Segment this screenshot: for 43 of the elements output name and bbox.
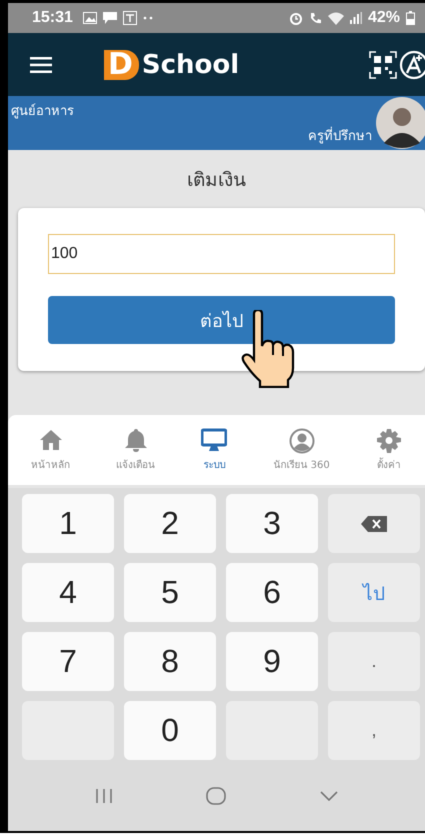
key[interactable]: 3 — [226, 494, 318, 553]
clock-time: 15:31 — [32, 9, 73, 27]
nav-icon — [376, 428, 402, 454]
place-name: ศูนย์อาหาร — [11, 102, 74, 121]
key[interactable]: 7 — [22, 632, 114, 691]
key[interactable]: 0 — [124, 701, 216, 760]
key[interactable]: 2 — [124, 494, 216, 553]
user-role: ครูที่ปรึกษา — [308, 125, 372, 146]
key[interactable]: 4 — [22, 563, 114, 622]
nav-icon — [288, 428, 315, 454]
app-logo: D School — [104, 50, 240, 80]
key[interactable]: 5 — [124, 563, 216, 622]
home-button-icon[interactable] — [206, 786, 226, 804]
key[interactable]: 8 — [124, 632, 216, 691]
app-notification-icon — [122, 11, 137, 25]
key[interactable]: . — [328, 632, 420, 691]
backspace-key[interactable] — [328, 494, 420, 553]
next-button[interactable]: ต่อไป — [48, 296, 395, 344]
nav-tab[interactable]: ระบบ — [201, 428, 228, 472]
more-notifications-icon — [142, 16, 153, 20]
grade-plus-icon[interactable] — [399, 50, 425, 80]
wifi-icon — [328, 12, 344, 24]
chevron-down-icon[interactable] — [320, 790, 338, 800]
battery-percent: 42% — [368, 9, 400, 27]
nav-icon — [122, 428, 149, 454]
call-icon — [308, 12, 322, 24]
key[interactable]: , — [328, 701, 420, 760]
qr-code-icon[interactable] — [369, 50, 397, 78]
key[interactable]: 6 — [226, 563, 318, 622]
amount-input-field[interactable]: 100 — [48, 234, 395, 274]
backspace-icon — [361, 516, 387, 532]
signal-icon — [350, 12, 362, 24]
key[interactable]: 9 — [226, 632, 318, 691]
avatar[interactable] — [376, 97, 425, 149]
key[interactable]: 1 — [22, 494, 114, 553]
recent-apps-icon[interactable] — [94, 788, 113, 804]
image-icon — [82, 12, 97, 24]
nav-icon — [201, 428, 228, 454]
alarm-icon — [288, 11, 303, 25]
page-title: เติมเงิน — [187, 168, 246, 192]
message-icon — [102, 12, 117, 24]
menu-icon[interactable] — [30, 56, 52, 72]
battery-icon — [406, 11, 415, 25]
